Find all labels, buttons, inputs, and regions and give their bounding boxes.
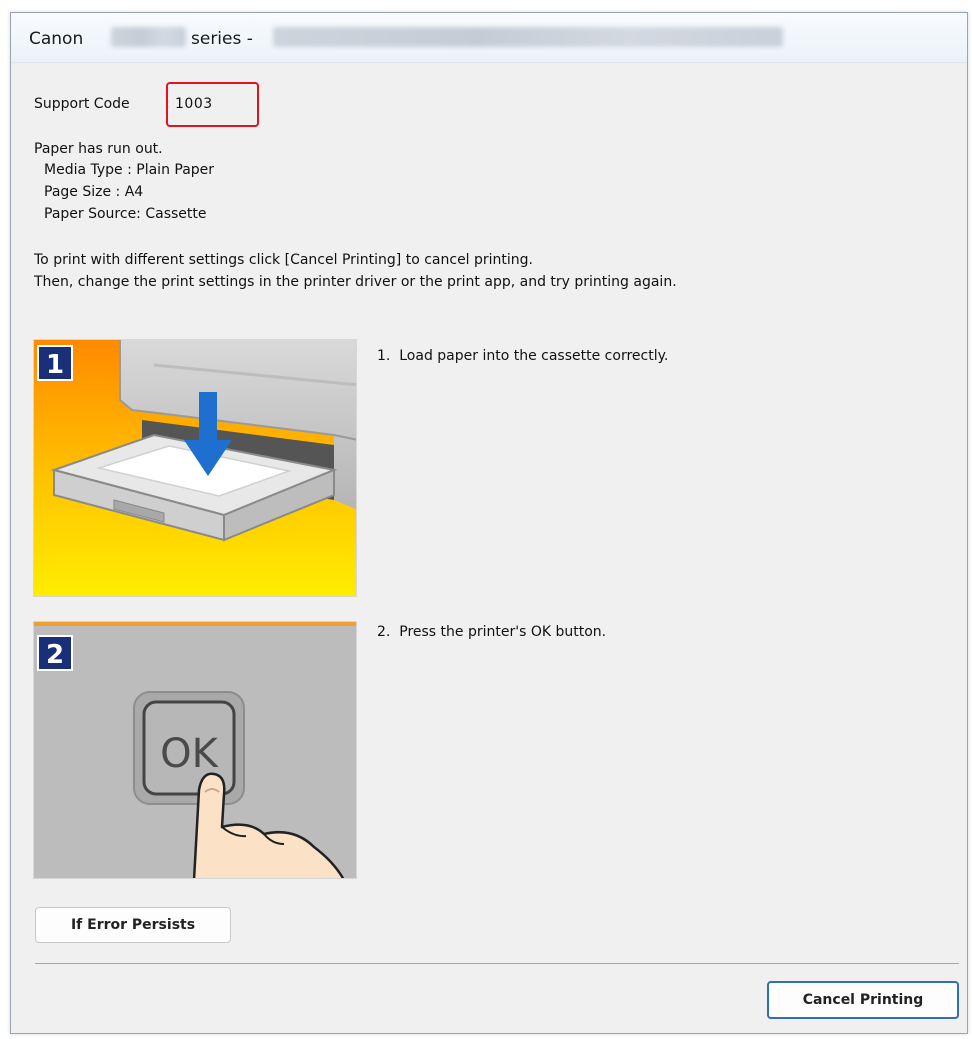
step-2-badge: 2 [46,640,64,670]
step-1-illustration: 1 [33,339,357,597]
title-prefix: Canon [29,29,84,49]
cancel-printing-button[interactable]: Cancel Printing [767,981,959,1019]
step-1-text: 1. Load paper into the cassette correctl… [377,348,669,364]
error-dialog: Canon series - Support Code : 1003 Paper… [10,12,968,1034]
error-headline: Paper has run out. [34,141,163,157]
media-type-detail: Media Type : Plain Paper [44,162,215,178]
instruction-line-2: Then, change the print settings in the p… [34,274,677,290]
support-code-highlight [166,82,259,127]
press-ok-illustration: OK 2 [34,622,356,878]
ok-button-label: OK [160,731,219,777]
page-size-detail: Page Size : A4 [44,184,144,200]
paper-source-detail: Paper Source: Cassette [44,206,207,222]
support-code-label: Support Code [34,96,130,112]
instruction-line-1: To print with different settings click [… [34,252,534,268]
step-2-text: 2. Press the printer's OK button. [377,624,607,640]
redacted-model-name [111,27,186,47]
if-error-persists-button[interactable]: If Error Persists [35,907,231,943]
title-bar: Canon series - [11,13,967,63]
divider [35,963,959,964]
title-suffix: series - [191,29,253,49]
load-paper-illustration: 1 [34,340,356,596]
redacted-device-id [273,27,783,47]
step-2-illustration: OK 2 [33,621,357,879]
step-1-badge: 1 [46,350,64,380]
